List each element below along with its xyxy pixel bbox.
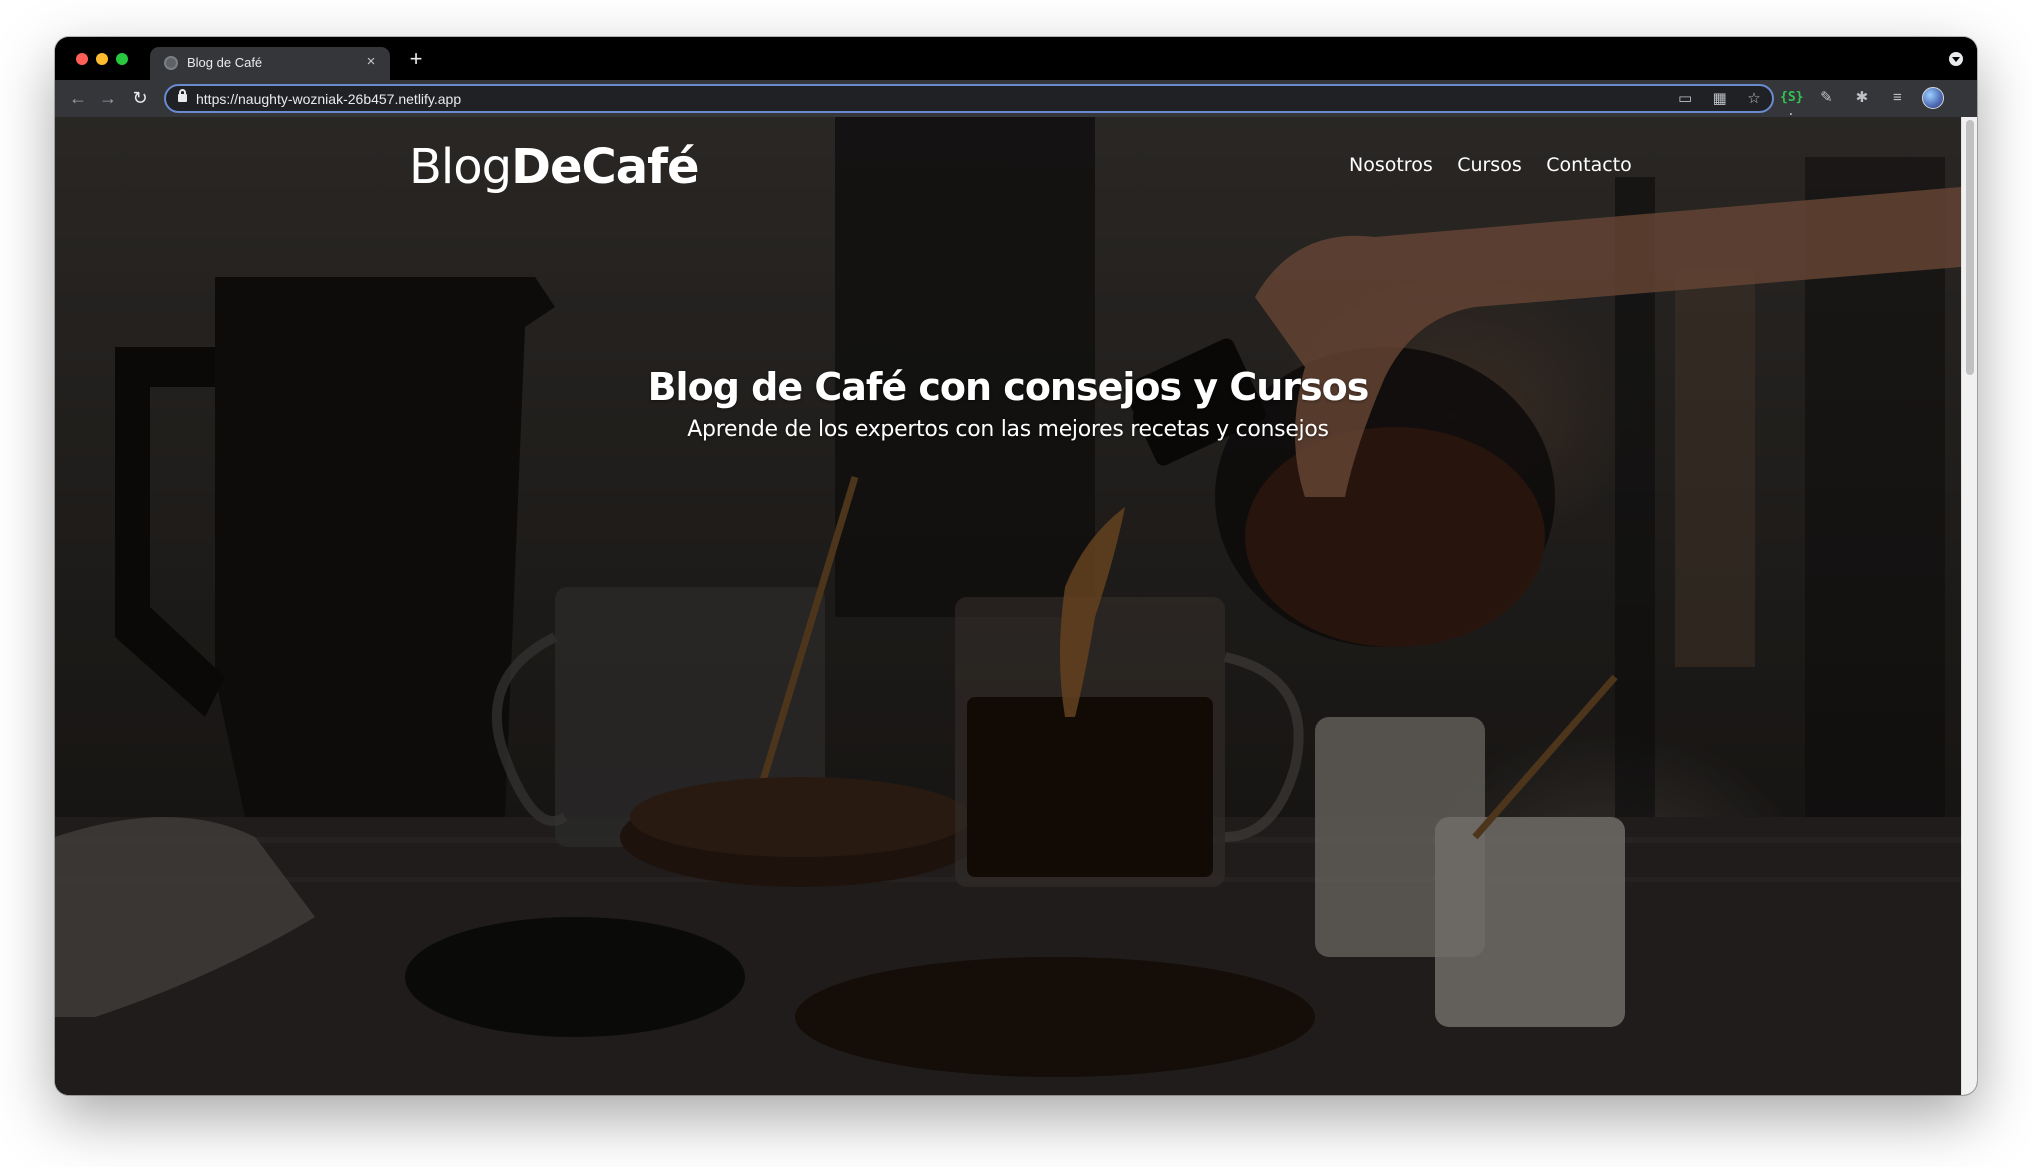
globe-icon [164,56,178,70]
hero-content: Blog de Café con consejos y Cursos Apren… [55,365,1961,442]
eyedropper-extension-icon[interactable]: ✎ [1815,87,1837,109]
nav-link-nosotros[interactable]: Nosotros [1349,154,1433,176]
page-viewport: BlogDeCafé Nosotros Cursos Contacto Blog… [55,117,1977,1095]
extensions-puzzle-icon[interactable]: ✱ [1851,87,1873,109]
nav-link-cursos[interactable]: Cursos [1457,154,1522,176]
json-formatter-extension-icon[interactable]: {S} [1780,87,1803,109]
qr-code-icon[interactable]: ▦ [1710,89,1730,109]
hero-subtitle: Aprende de los expertos con las mejores … [687,417,1329,442]
scrollbar-thumb[interactable] [1966,120,1974,375]
tab-search-icon[interactable] [1949,52,1963,66]
reload-icon[interactable]: ↻ [129,87,151,109]
cast-icon[interactable]: ▭ [1675,89,1695,109]
hero-dark-overlay [55,117,1961,1095]
site-logo[interactable]: BlogDeCafé [409,139,700,195]
logo-regular-text: Blog [409,139,512,195]
hero-background-image [55,117,1961,1095]
lock-icon[interactable] [178,89,187,102]
forward-arrow-icon[interactable]: → [97,87,119,109]
browser-window: Blog de Café × + ← → ↻ https://naughty-w… [55,37,1977,1095]
site-navigation: Nosotros Cursos Contacto [1349,154,1652,176]
profile-avatar[interactable] [1921,87,1944,109]
url-text[interactable]: https://naughty-wozniak-26b457.netlify.a… [196,91,461,107]
browser-toolbar: ← → ↻ https://naughty-wozniak-26b457.net… [55,80,1977,128]
tab-blog-de-cafe[interactable]: Blog de Café × [150,47,390,80]
hero-title: Blog de Café con consejos y Cursos [647,365,1370,409]
logo-bold-text: DeCafé [511,139,699,195]
maximize-window-button[interactable] [116,53,128,65]
reading-list-icon[interactable]: ≡ [1886,87,1908,109]
minimize-window-button[interactable] [96,53,108,65]
close-tab-icon[interactable]: × [362,53,380,71]
back-arrow-icon[interactable]: ← [67,87,89,109]
new-tab-button[interactable]: + [405,48,427,71]
tab-title: Blog de Café [187,55,263,70]
tab-strip: Blog de Café × + [55,37,1977,80]
nav-link-contacto[interactable]: Contacto [1546,154,1632,176]
address-bar[interactable]: https://naughty-wozniak-26b457.netlify.a… [164,84,1774,113]
bookmark-star-icon[interactable]: ☆ [1744,89,1764,109]
close-window-button[interactable] [76,53,88,65]
vertical-scrollbar[interactable] [1961,117,1977,1095]
